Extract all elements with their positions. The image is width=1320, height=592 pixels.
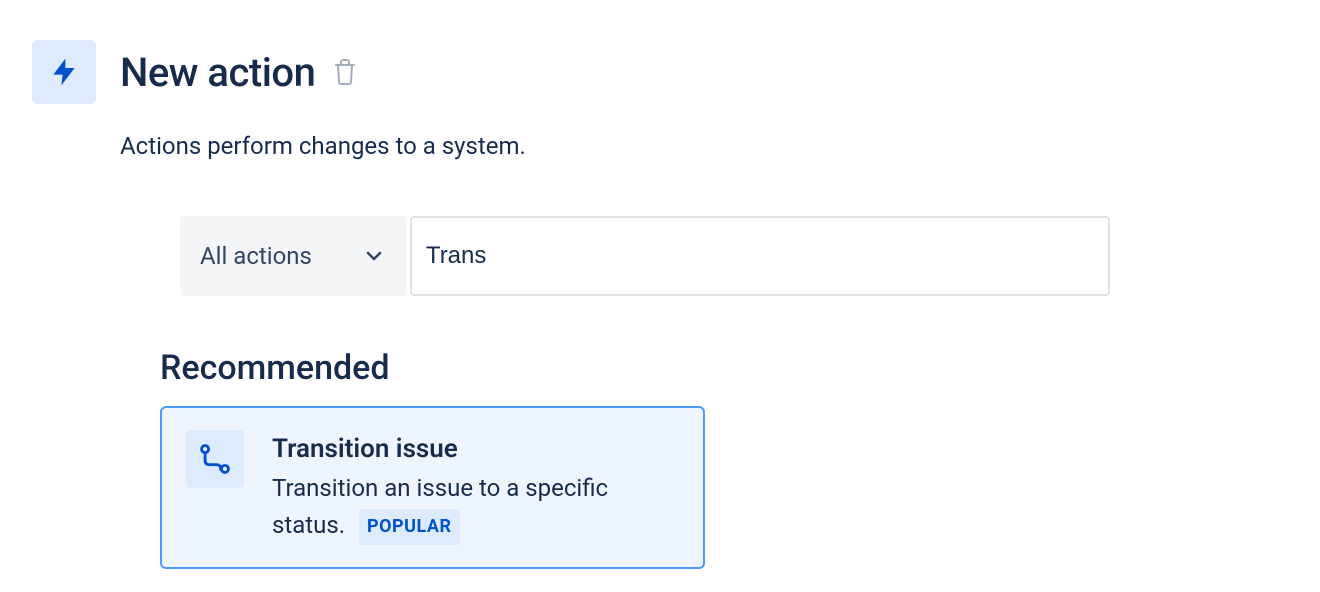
dropdown-label: All actions xyxy=(200,242,312,270)
delete-button[interactable] xyxy=(333,58,357,86)
trash-icon xyxy=(333,58,357,86)
card-description-row: Transition an issue to a specific status… xyxy=(272,470,679,545)
page-title: New action xyxy=(120,49,315,96)
search-input[interactable] xyxy=(410,216,1110,296)
card-title: Transition issue xyxy=(272,434,679,464)
recommended-heading: Recommended xyxy=(160,348,1288,388)
action-category-dropdown[interactable]: All actions xyxy=(180,216,406,296)
lightning-icon xyxy=(48,56,80,88)
chevron-down-icon xyxy=(362,244,386,268)
page-description: Actions perform changes to a system. xyxy=(120,132,1288,160)
action-type-icon xyxy=(32,40,96,104)
card-icon-box xyxy=(186,430,244,488)
popular-badge: POPULAR xyxy=(359,509,460,545)
transition-icon xyxy=(198,442,232,476)
action-card-transition-issue[interactable]: Transition issue Transition an issue to … xyxy=(160,406,705,569)
